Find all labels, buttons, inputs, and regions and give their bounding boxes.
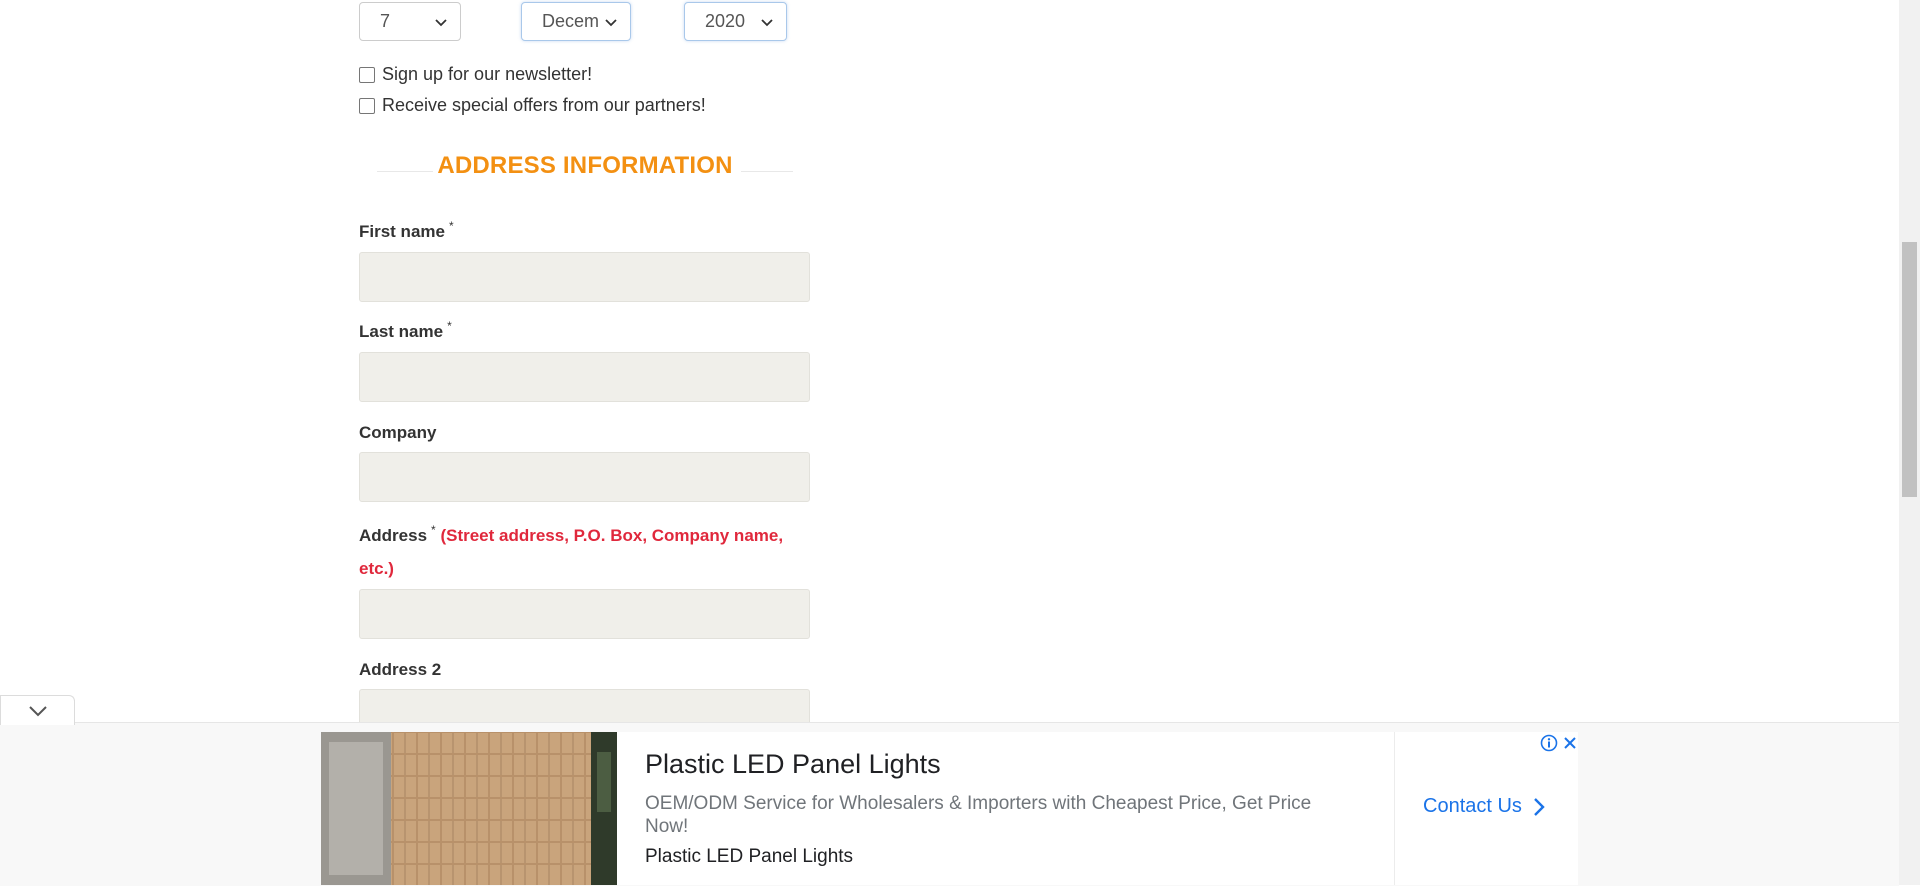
newsletter-checkbox[interactable] bbox=[359, 66, 375, 83]
partner-offers-checkbox[interactable] bbox=[359, 97, 375, 114]
address-label-text: Address bbox=[359, 526, 428, 545]
birth-day-value: 7 bbox=[380, 11, 391, 31]
info-icon[interactable] bbox=[1540, 734, 1558, 752]
birth-day-select[interactable]: 7 bbox=[359, 2, 461, 41]
birth-year-value: 2020 bbox=[705, 11, 746, 31]
contact-us-button[interactable]: Contact Us bbox=[1423, 795, 1546, 818]
newsletter-label[interactable]: Sign up for our newsletter! bbox=[382, 64, 592, 85]
last-name-label-text: Last name bbox=[359, 322, 444, 341]
birth-month-select[interactable]: Decem bbox=[521, 2, 631, 41]
first-name-input[interactable] bbox=[359, 252, 810, 302]
first-name-label-text: First name bbox=[359, 222, 445, 241]
address-input[interactable] bbox=[359, 589, 810, 639]
contact-us-label: Contact Us bbox=[1423, 795, 1522, 817]
chevron-down-icon bbox=[435, 18, 447, 26]
required-marker: * bbox=[431, 523, 436, 537]
chevron-down-icon bbox=[605, 18, 617, 26]
partner-offers-label[interactable]: Receive special offers from our partners… bbox=[382, 95, 706, 116]
address-section-header: ADDRESS INFORMATION bbox=[359, 152, 811, 186]
birth-year-select[interactable]: 2020 bbox=[684, 2, 787, 41]
scrollbar-thumb[interactable] bbox=[1902, 242, 1917, 497]
last-name-input[interactable] bbox=[359, 352, 810, 402]
ad-image[interactable] bbox=[321, 732, 617, 885]
birth-month-value: Decem bbox=[542, 11, 598, 31]
page-scrollbar[interactable] bbox=[1899, 0, 1920, 885]
company-input[interactable] bbox=[359, 452, 810, 502]
cardboard-boxes-image bbox=[321, 732, 617, 885]
collapse-ad-button[interactable] bbox=[0, 695, 75, 725]
newsletter-option: Sign up for our newsletter! bbox=[359, 64, 592, 85]
address-label: Address * (Street address, P.O. Box, Comp… bbox=[359, 520, 811, 584]
ad-title[interactable]: Plastic LED Panel Lights bbox=[645, 749, 941, 780]
close-icon[interactable] bbox=[1561, 734, 1579, 752]
last-name-label: Last name * bbox=[359, 319, 452, 342]
address-hint: (Street address, P.O. Box, Company name, bbox=[440, 526, 784, 545]
chevron-right-icon bbox=[1534, 797, 1545, 816]
section-title: ADDRESS INFORMATION bbox=[437, 152, 733, 179]
chevron-down-icon bbox=[761, 18, 773, 26]
ad-unit[interactable]: Plastic LED Panel Lights OEM/ODM Service… bbox=[321, 732, 1578, 885]
ad-source[interactable]: Plastic LED Panel Lights bbox=[645, 846, 853, 868]
address-hint-continued: etc.) bbox=[359, 559, 394, 578]
required-marker: * bbox=[447, 319, 452, 333]
company-label: Company bbox=[359, 423, 437, 442]
required-marker: * bbox=[448, 219, 454, 233]
chevron-down-icon bbox=[28, 705, 47, 716]
divider bbox=[1394, 732, 1395, 885]
partner-offers-option: Receive special offers from our partners… bbox=[359, 95, 706, 116]
first-name-label: First name * bbox=[359, 219, 454, 242]
ad-description[interactable]: OEM/ODM Service for Wholesalers & Import… bbox=[645, 792, 1345, 838]
address2-label: Address 2 bbox=[359, 660, 442, 679]
